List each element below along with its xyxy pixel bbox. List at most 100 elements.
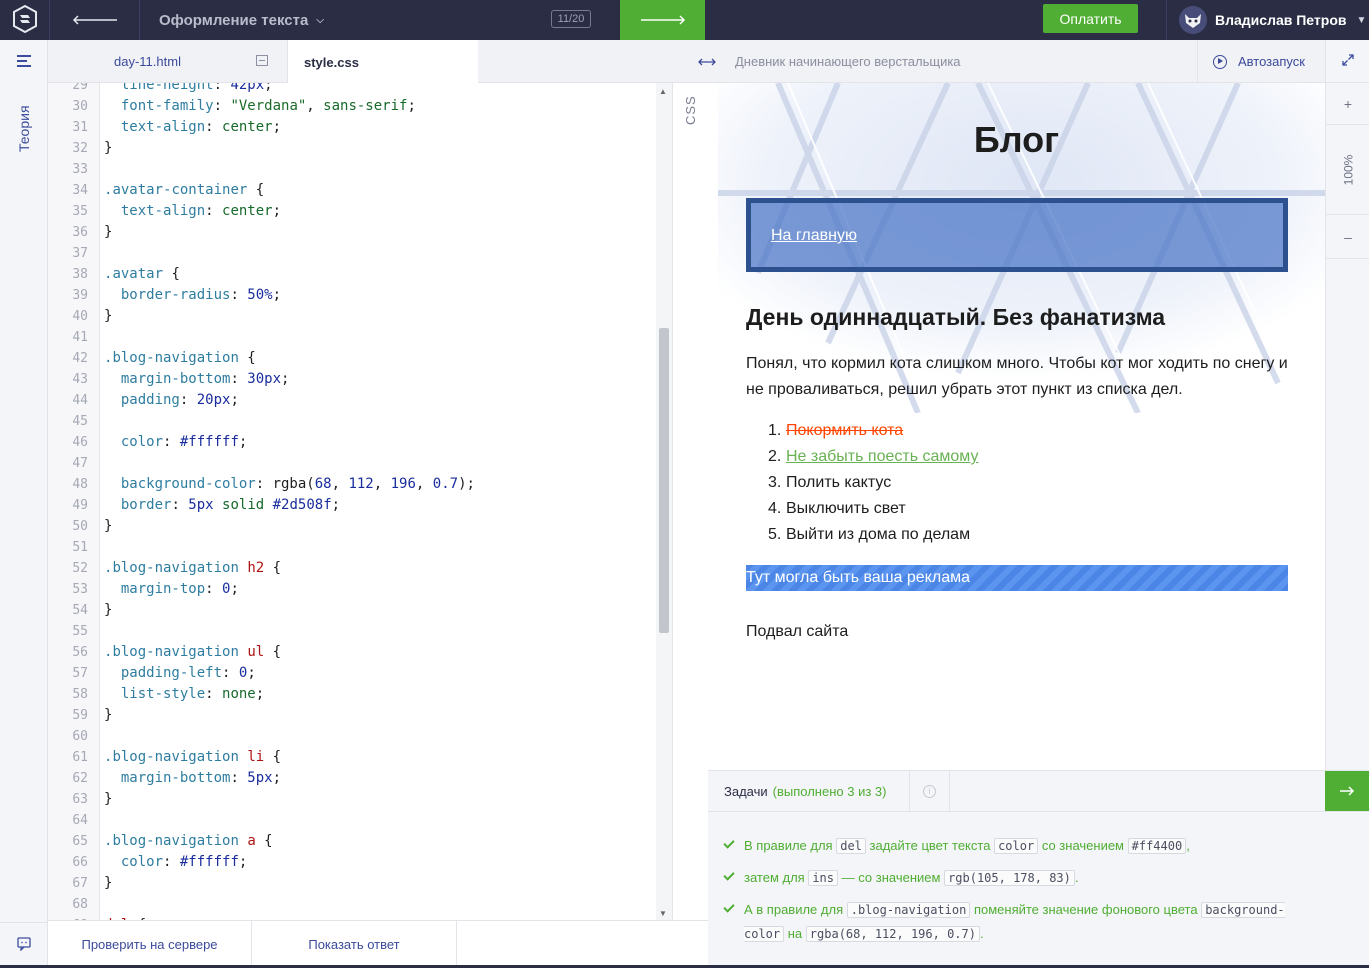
task-code: #ff4400 — [1127, 838, 1187, 854]
list-number: 3. — [768, 474, 782, 491]
home-link[interactable]: На главную — [771, 227, 857, 245]
task-text: — со значением — [841, 870, 941, 885]
code-content[interactable]: 29 line-height: 42px; 30 font-family: "V… — [48, 83, 656, 920]
editor-scrollbar[interactable]: ▲ ▼ — [656, 83, 672, 920]
tab-label: day-11.html — [114, 54, 181, 69]
task-text: В правиле для — [744, 838, 833, 853]
arrow-left-icon — [72, 13, 118, 28]
task-text: на — [787, 926, 803, 941]
code-line: 54} — [72, 602, 113, 618]
logo[interactable] — [0, 0, 50, 40]
checkmark-icon — [723, 901, 735, 913]
zoom-level: 100% — [1326, 125, 1369, 215]
feedback-button[interactable] — [0, 922, 48, 968]
task-item: А в правиле для .blog-navigation поменяй… — [723, 898, 1314, 946]
code-line: 33 — [72, 162, 88, 177]
next-task-button[interactable] — [1325, 771, 1369, 811]
tab-label: style.css — [304, 54, 359, 70]
code-line: 51 — [72, 540, 88, 555]
preview-page-title: Дневник начинающего верстальщика — [735, 54, 961, 69]
tasks-tab-label: Задачи — [724, 783, 768, 799]
code-line: 61 .blog-navigation li { — [72, 749, 282, 765]
scroll-up-icon[interactable]: ▲ — [659, 87, 667, 96]
tab-style-css[interactable]: style.css — [288, 40, 478, 84]
zoom-in-button[interactable]: + — [1326, 83, 1369, 125]
user-menu[interactable]: Владислав Петров ▼ — [1166, 0, 1369, 40]
code-line: 58 list-style: none; — [72, 686, 265, 702]
chevron-down-icon: ⌵ — [316, 14, 324, 26]
code-line: 40} — [72, 308, 113, 324]
show-answer-button[interactable]: Показать ответ — [252, 921, 457, 968]
zoom-out-button[interactable]: – — [1326, 215, 1369, 259]
pay-button[interactable]: Оплатить — [1043, 4, 1138, 33]
list-number: 2. — [768, 448, 782, 465]
blog-navigation: На главную — [746, 198, 1288, 272]
blog-heading: Блог — [973, 119, 1060, 160]
task-text: поменяйте значение фонового цвета — [973, 902, 1198, 917]
info-button[interactable]: i — [910, 771, 950, 811]
editor-bottom-bar: Проверить на сервере Показать ответ — [48, 920, 708, 968]
tasks-tab[interactable]: Задачи (выполнено 3 из 3) — [708, 771, 910, 811]
tab-day-11-html[interactable]: day-11.html — [100, 40, 288, 83]
code-line: 52 .blog-navigation h2 { — [72, 560, 282, 576]
preview-pane[interactable]: Блог На главную День одиннадцатый. Без ф… — [708, 83, 1325, 770]
css-label-text: CSS — [683, 95, 698, 125]
code-line: 46 color: #ffffff; — [72, 434, 248, 450]
expand-button[interactable] — [1326, 40, 1369, 83]
task-item: В правиле для del задайте цвет текста co… — [723, 834, 1314, 858]
menu-button[interactable] — [0, 40, 48, 84]
code-line: 38 .avatar { — [72, 266, 180, 282]
back-button[interactable] — [50, 0, 140, 40]
theory-tab[interactable]: Теория — [16, 105, 32, 152]
task-text: А в правиле для — [744, 902, 844, 917]
code-line: 60 — [72, 729, 88, 744]
code-line: 55 — [72, 624, 88, 639]
code-line: 36} — [72, 224, 113, 240]
code-line: 50} — [72, 518, 113, 534]
task-text: . — [979, 926, 984, 941]
ad-banner: Тут могла быть ваша реклама — [746, 565, 1288, 591]
expand-icon — [1342, 53, 1354, 69]
code-line: 68 — [72, 897, 88, 912]
autorun-toggle[interactable]: Автозапуск — [1197, 40, 1325, 83]
task-code: rgb(105, 178, 83) — [944, 870, 1075, 886]
code-line: 41 — [72, 330, 88, 345]
lesson-title[interactable]: Оформление текста ⌵ — [140, 0, 620, 40]
task-item: затем для ins — со значением rgb(105, 17… — [723, 866, 1314, 890]
user-name: Владислав Петров — [1215, 12, 1347, 28]
code-line: 32} — [72, 140, 113, 156]
code-line: 39 border-radius: 50%; — [72, 287, 282, 303]
avatar — [1179, 6, 1207, 34]
list-item-text: Выключить свет — [786, 500, 906, 517]
autorun-label: Автозапуск — [1238, 54, 1305, 69]
list-number: 1. — [768, 422, 782, 439]
collapse-icon[interactable] — [256, 55, 268, 66]
plus-icon: + — [1343, 95, 1353, 112]
scroll-down-icon[interactable]: ▼ — [659, 909, 667, 918]
resize-handle[interactable] — [692, 40, 722, 83]
page-footer: Подвал сайта — [746, 623, 849, 640]
list-number: 4. — [768, 500, 782, 517]
check-on-server-button[interactable]: Проверить на сервере — [48, 921, 252, 968]
logo-icon — [12, 4, 38, 36]
checkmark-icon — [723, 837, 735, 849]
code-editor[interactable]: 29 line-height: 42px; 30 font-family: "V… — [48, 83, 656, 920]
code-line: 44 padding: 20px; — [72, 392, 239, 408]
scrollbar-thumb[interactable] — [659, 328, 669, 633]
zoom-value: 100% — [1340, 154, 1355, 185]
menu-icon — [17, 54, 31, 70]
list-item-text: Выйти из дома по делам — [786, 526, 971, 543]
arrow-right-icon — [640, 13, 686, 28]
css-side-label: CSS — [672, 83, 708, 920]
list-item: 2. Не забыть поесть самому — [768, 444, 978, 470]
zoom-controls: + 100% – — [1325, 40, 1369, 770]
preview-header: Дневник начинающего верстальщика Автозап… — [722, 40, 1325, 83]
todo-list: 1. Покормить кота 2. Не забыть поесть само… — [768, 418, 978, 548]
next-button[interactable] — [620, 0, 705, 40]
task-code: color — [994, 838, 1039, 854]
list-item: 3. Полить кактус — [768, 470, 978, 496]
code-line: 67} — [72, 875, 113, 891]
list-item: 4. Выключить свет — [768, 496, 978, 522]
code-line: 37 — [72, 246, 88, 261]
task-text: затем для — [744, 870, 805, 885]
